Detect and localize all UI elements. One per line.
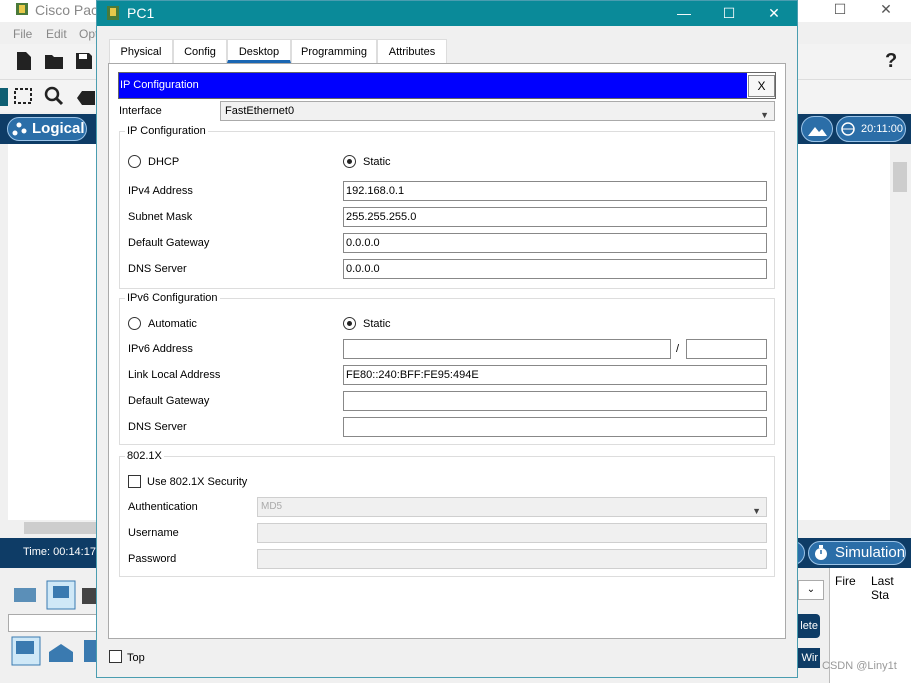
ipv4-dns-label: DNS Server bbox=[128, 263, 187, 275]
ipv6-prefix-field[interactable] bbox=[686, 339, 767, 359]
vertical-scroll-thumb[interactable] bbox=[893, 162, 907, 192]
use-dot1x-checkbox[interactable] bbox=[128, 475, 141, 488]
network-device-icon[interactable] bbox=[11, 580, 41, 610]
ipv6-group-title: IPv6 Configuration bbox=[125, 292, 220, 304]
ipv6-gateway-field[interactable] bbox=[343, 391, 767, 411]
ipv4-static-label: Static bbox=[363, 156, 391, 168]
ipv6-address-field[interactable] bbox=[343, 339, 671, 359]
interface-label: Interface bbox=[119, 105, 162, 117]
always-on-top-checkbox[interactable] bbox=[109, 650, 122, 663]
end-device-icon[interactable] bbox=[46, 580, 76, 610]
search-icon[interactable] bbox=[44, 86, 64, 106]
username-field[interactable] bbox=[257, 523, 767, 543]
ipv6-automatic-label: Automatic bbox=[148, 318, 197, 330]
save-icon[interactable] bbox=[74, 51, 94, 71]
prefix-separator: / bbox=[676, 343, 680, 355]
dialog-close-button[interactable]: ✕ bbox=[751, 1, 797, 26]
dot1x-group-title: 802.1X bbox=[125, 450, 164, 462]
server-device-icon[interactable] bbox=[46, 638, 76, 668]
background-app-title: Cisco Pac bbox=[35, 2, 99, 18]
open-folder-icon[interactable] bbox=[44, 51, 64, 71]
environment-button[interactable] bbox=[801, 116, 833, 142]
tab-attributes[interactable]: Attributes bbox=[377, 39, 447, 63]
ipv4-group-title: IP Configuration bbox=[125, 125, 208, 137]
chevron-down-icon: ▼ bbox=[752, 506, 761, 516]
authentication-select[interactable]: MD5 ▼ bbox=[257, 497, 767, 517]
pc-device-icon[interactable] bbox=[11, 636, 41, 666]
event-header-fire: Fire bbox=[835, 574, 856, 588]
dhcp-radio[interactable] bbox=[128, 155, 141, 168]
username-label: Username bbox=[128, 527, 179, 539]
select-tool-icon[interactable] bbox=[13, 86, 33, 106]
tool-row-accent bbox=[0, 88, 8, 106]
tab-desktop[interactable]: Desktop bbox=[227, 39, 291, 63]
pc-app-icon bbox=[107, 6, 119, 20]
delete-tool-icon[interactable] bbox=[76, 88, 96, 108]
use-dot1x-label: Use 802.1X Security bbox=[147, 476, 248, 488]
ipv6-gateway-label: Default Gateway bbox=[128, 395, 210, 407]
always-on-top-label: Top bbox=[127, 652, 145, 664]
password-label: Password bbox=[128, 553, 177, 565]
ipv4-gateway-field[interactable]: 0.0.0.0 bbox=[343, 233, 767, 253]
watermark: CSDN @Liny1t bbox=[822, 660, 897, 672]
dhcp-label: DHCP bbox=[148, 156, 180, 168]
interface-select[interactable]: FastEthernet0 ▼ bbox=[220, 101, 775, 121]
ipv6-dns-label: DNS Server bbox=[128, 421, 187, 433]
link-local-label: Link Local Address bbox=[128, 369, 221, 381]
menu-file[interactable]: File bbox=[13, 27, 32, 41]
menu-edit[interactable]: Edit bbox=[46, 27, 67, 41]
tab-programming[interactable]: Programming bbox=[291, 39, 377, 63]
event-header-last-status: Last Sta bbox=[871, 574, 894, 602]
background-close-button[interactable]: ✕ bbox=[876, 0, 896, 20]
new-file-icon[interactable] bbox=[14, 51, 34, 71]
authentication-label: Authentication bbox=[128, 501, 198, 513]
mountain-icon bbox=[808, 127, 827, 136]
packet-tracer-app-icon bbox=[16, 3, 28, 15]
tab-bar: Physical Config Desktop Programming Attr… bbox=[109, 39, 449, 63]
dialog-minimize-button[interactable]: — bbox=[661, 1, 707, 26]
password-field[interactable] bbox=[257, 549, 767, 569]
link-local-field[interactable]: FE80::240:BFF:FE95:494E bbox=[343, 365, 767, 385]
ipv6-address-label: IPv6 Address bbox=[128, 343, 193, 355]
ipv4-address-label: IPv4 Address bbox=[128, 185, 193, 197]
ip-configuration-title: IP Configuration bbox=[119, 73, 747, 98]
logical-view-icon bbox=[12, 122, 27, 136]
ipv6-automatic-radio[interactable] bbox=[128, 317, 141, 330]
subnet-mask-field[interactable]: 255.255.255.0 bbox=[343, 207, 767, 227]
interface-value: FastEthernet0 bbox=[225, 105, 295, 117]
simulation-time: Time: 00:14:17 bbox=[23, 546, 96, 558]
chevron-down-icon: ▼ bbox=[760, 110, 769, 120]
help-icon[interactable]: ? bbox=[885, 50, 897, 73]
globe-icon bbox=[841, 122, 855, 136]
ipv4-address-field[interactable]: 192.168.0.1 bbox=[343, 181, 767, 201]
ipv6-static-label: Static bbox=[363, 318, 391, 330]
background-maximize-button[interactable]: ☐ bbox=[830, 0, 850, 20]
ipv4-gateway-label: Default Gateway bbox=[128, 237, 210, 249]
ip-configuration-close-button[interactable]: X bbox=[748, 75, 775, 97]
ipv6-static-radio[interactable] bbox=[343, 317, 356, 330]
dialog-maximize-button[interactable]: ☐ bbox=[706, 1, 752, 26]
workspace-vertical-scrollbar[interactable] bbox=[890, 144, 909, 520]
authentication-value: MD5 bbox=[261, 501, 283, 512]
ipv4-dns-field[interactable]: 0.0.0.0 bbox=[343, 259, 767, 279]
subnet-mask-label: Subnet Mask bbox=[128, 211, 193, 223]
pc1-dialog: PC1 — ☐ ✕ Physical Config Desktop Progra… bbox=[96, 0, 798, 678]
device-filter-field[interactable] bbox=[8, 614, 98, 632]
dialog-title: PC1 bbox=[127, 5, 155, 21]
tab-config[interactable]: Config bbox=[173, 39, 227, 63]
stopwatch-icon bbox=[815, 545, 827, 560]
tab-physical[interactable]: Physical bbox=[109, 39, 173, 63]
ipv4-static-radio[interactable] bbox=[343, 155, 356, 168]
scenario-select[interactable]: ⌄ bbox=[798, 580, 824, 600]
horizontal-scroll-thumb[interactable] bbox=[24, 522, 104, 534]
ipv6-dns-field[interactable] bbox=[343, 417, 767, 437]
